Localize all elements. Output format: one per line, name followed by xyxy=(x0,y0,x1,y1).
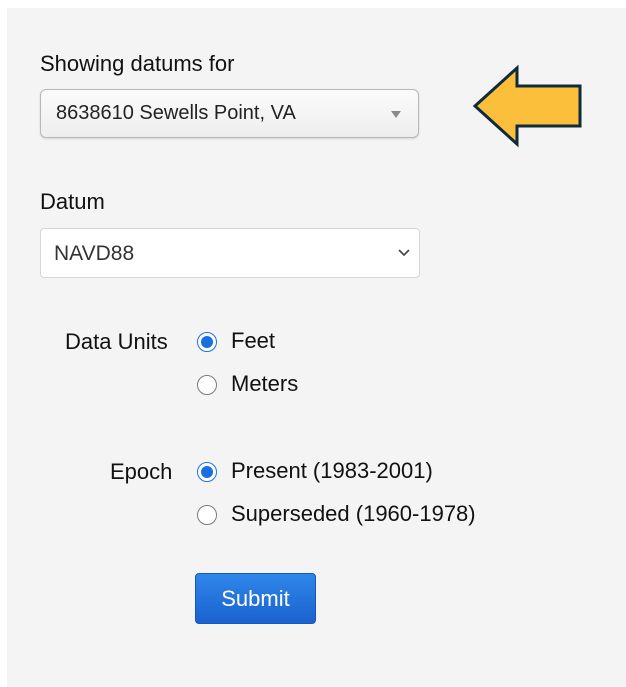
epoch-superseded-label[interactable]: Superseded (1960-1978) xyxy=(231,502,476,526)
units-feet-radio[interactable] xyxy=(197,332,217,352)
units-meters-radio[interactable] xyxy=(197,375,217,395)
units-meters-label[interactable]: Meters xyxy=(231,372,298,396)
data-units-label: Data Units xyxy=(65,329,168,354)
units-feet-label[interactable]: Feet xyxy=(231,329,275,353)
epoch-label: Epoch xyxy=(110,459,173,484)
epoch-present-radio[interactable] xyxy=(197,462,217,482)
left-arrow-icon xyxy=(472,64,582,148)
chevron-down-icon xyxy=(398,249,410,257)
dropdown-triangle-icon xyxy=(391,111,401,118)
station-select[interactable]: 8638610 Sewells Point, VA xyxy=(40,89,419,138)
station-label: Showing datums for xyxy=(40,51,235,76)
datum-label: Datum xyxy=(40,189,105,214)
epoch-superseded-radio[interactable] xyxy=(197,505,217,525)
submit-button[interactable]: Submit xyxy=(195,573,316,624)
datum-select-value: NAVD88 xyxy=(54,242,135,265)
datum-select[interactable]: NAVD88 xyxy=(40,228,420,278)
epoch-present-label[interactable]: Present (1983-2001) xyxy=(231,459,433,483)
station-select-value: 8638610 Sewells Point, VA xyxy=(56,102,296,124)
